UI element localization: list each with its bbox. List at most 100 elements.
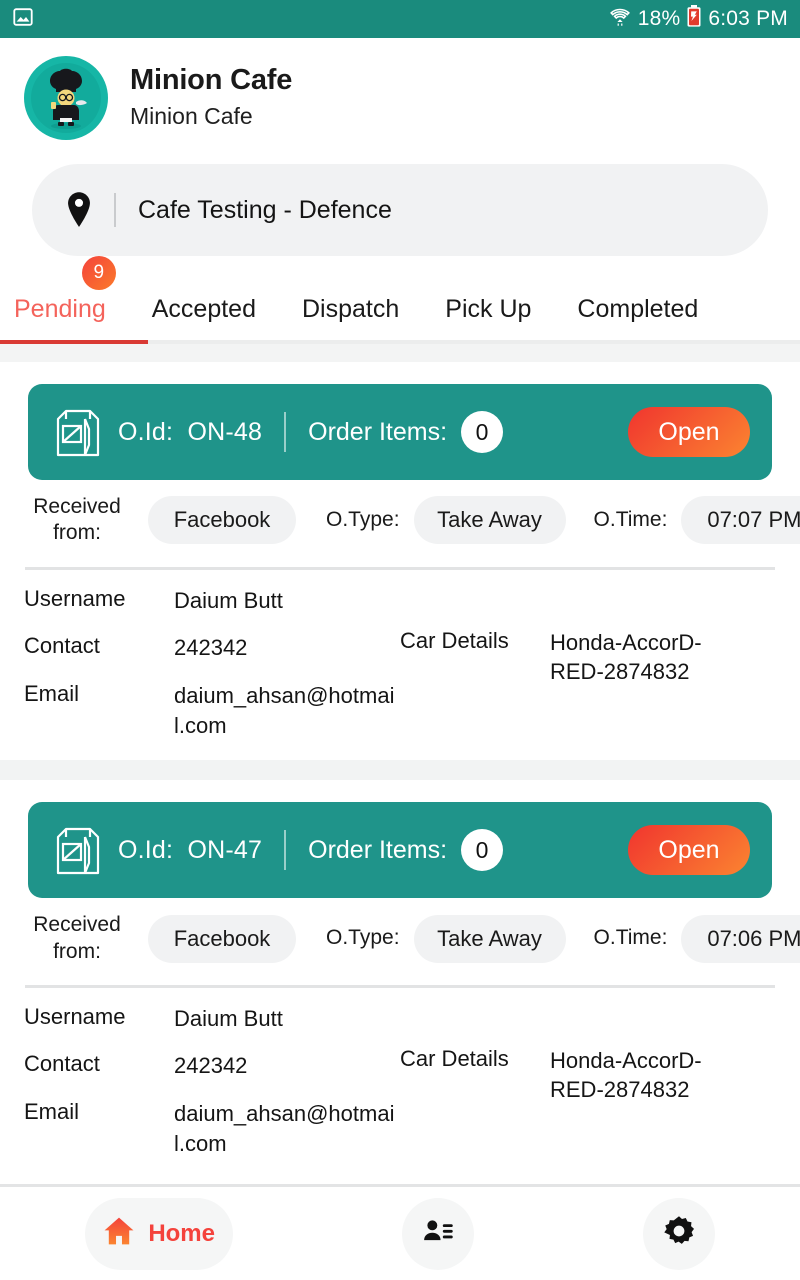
order-customer-details: Username Daium Butt Contact 242342 Email… — [0, 570, 800, 761]
received-from-label: Received from: — [33, 913, 121, 963]
order-type-label: O.Type: — [326, 926, 400, 950]
received-from-value: Facebook — [148, 496, 296, 545]
order-items-count: 0 — [461, 411, 504, 453]
nav-item-home-label: Home — [148, 1219, 215, 1247]
order-card[interactable]: O.Id: ON-47 Order Items: 0 Open Received… — [0, 780, 800, 1179]
tab-pickup[interactable]: Pick Up — [433, 278, 543, 340]
contact-label: Contact — [24, 1051, 100, 1077]
order-time-value: 07:07 PM — [681, 496, 800, 545]
email-value: daium_ahsan@hotmail.com — [174, 1101, 395, 1156]
takeaway-bag-icon — [50, 404, 106, 460]
nav-item-contacts[interactable] — [401, 1197, 474, 1270]
order-id: O.Id: ON-47 — [118, 836, 262, 865]
order-list[interactable]: O.Id: ON-48 Order Items: 0 Open Received… — [0, 362, 800, 1184]
detail-row-email: Email daium_ahsan@hotmail.com — [0, 681, 800, 740]
tab-completed[interactable]: Completed — [565, 278, 710, 340]
order-time-label: O.Time: — [593, 508, 668, 532]
nav-item-settings[interactable] — [643, 1197, 716, 1270]
detail-row-email: Email daium_ahsan@hotmail.com — [0, 1099, 800, 1158]
tab-completed-label: Completed — [577, 294, 699, 323]
order-time-value: 07:06 PM — [681, 914, 800, 963]
order-time-label: O.Time: — [593, 926, 668, 950]
car-details-label: Car Details — [400, 627, 509, 653]
app-header: Minion Cafe Minion Cafe — [0, 38, 800, 158]
order-id-label: O.Id: — [118, 417, 174, 446]
order-card-header: O.Id: ON-48 Order Items: 0 Open — [28, 384, 772, 480]
order-id-label: O.Id: — [118, 835, 174, 864]
order-card[interactable]: O.Id: ON-48 Order Items: 0 Open Received… — [0, 362, 800, 761]
username-label: Username — [24, 585, 126, 611]
order-id-value: ON-47 — [187, 835, 263, 864]
detail-row-car: Car Details Honda-AccorD-RED-2874832 — [400, 628, 740, 687]
received-from-label: Received from: — [33, 495, 121, 545]
order-card-header: O.Id: ON-47 Order Items: 0 Open — [28, 802, 772, 899]
open-button[interactable]: Open — [628, 825, 750, 876]
order-card-gap — [0, 760, 800, 781]
app-screen: 18% 6:03 PM Minion Cafe Minion Cafe Cafe… — [0, 0, 800, 1280]
tab-pending-label: Pending — [14, 294, 106, 323]
tab-underline-track — [0, 340, 800, 344]
tab-accepted[interactable]: Accepted — [140, 278, 268, 340]
username-value: Daium Butt — [174, 1005, 283, 1031]
detail-row-car: Car Details Honda-AccorD-RED-2874832 — [400, 1046, 740, 1105]
image-icon — [12, 6, 34, 33]
order-items-label: Order Items: — [308, 835, 448, 864]
detail-row-username: Username Daium Butt — [0, 1004, 800, 1034]
location-divider — [114, 193, 116, 227]
chef-avatar-logo — [24, 56, 108, 140]
nav-item-home[interactable]: Home — [84, 1197, 233, 1270]
location-selector[interactable]: Cafe Testing - Defence — [32, 164, 768, 256]
home-icon — [102, 1214, 136, 1253]
location-pin-icon — [62, 191, 96, 229]
order-type-label: O.Type: — [326, 508, 400, 532]
contact-label: Contact — [24, 633, 100, 659]
brand-block: Minion Cafe Minion Cafe — [130, 64, 292, 131]
contact-value: 242342 — [174, 635, 248, 661]
order-type-value: Take Away — [413, 496, 566, 545]
tab-bar: 9 Pending Accepted Dispatch Pick Up Comp… — [0, 256, 800, 362]
tab-pickup-label: Pick Up — [445, 294, 532, 323]
page-title: Minion Cafe — [130, 64, 293, 97]
contact-value: 242342 — [174, 1053, 248, 1079]
username-value: Daium Butt — [174, 587, 283, 613]
brand-subtitle: Minion Cafe — [130, 102, 253, 129]
takeaway-bag-icon — [50, 822, 106, 878]
order-type-value: Take Away — [413, 914, 566, 963]
email-label: Email — [24, 1099, 80, 1125]
order-items-label: Order Items: — [308, 417, 448, 446]
bottom-navigation: Home — [0, 1184, 800, 1280]
gear-icon — [662, 1214, 696, 1253]
tab-dispatch[interactable]: Dispatch — [290, 278, 411, 340]
order-header-divider — [284, 830, 287, 871]
order-header-divider — [284, 412, 287, 452]
status-bar-clock: 6:03 PM — [708, 7, 788, 30]
order-meta-row: Received from: Facebook O.Type: Take Awa… — [0, 480, 800, 559]
location-value: Cafe Testing - Defence — [138, 195, 392, 224]
tab-bar-shadow — [0, 344, 800, 362]
username-label: Username — [24, 1003, 126, 1029]
tab-active-indicator — [0, 340, 148, 344]
car-details-label: Car Details — [400, 1045, 509, 1071]
detail-row-username: Username Daium Butt — [0, 586, 800, 616]
status-bar: 18% 6:03 PM — [0, 0, 800, 38]
order-id-value: ON-48 — [187, 417, 263, 446]
contacts-icon — [421, 1214, 455, 1253]
car-details-value: Honda-AccorD-RED-2874832 — [550, 629, 702, 685]
tab-accepted-label: Accepted — [151, 294, 256, 323]
wifi-icon — [608, 4, 632, 34]
email-value: daium_ahsan@hotmail.com — [174, 682, 395, 738]
car-details-value: Honda-AccorD-RED-2874832 — [550, 1047, 702, 1103]
order-id: O.Id: ON-48 — [118, 418, 262, 447]
status-bar-right: 18% 6:03 PM — [608, 4, 788, 34]
order-items-count: 0 — [461, 829, 504, 872]
tab-pending-badge: 9 — [81, 256, 116, 290]
email-label: Email — [24, 680, 80, 706]
location-section: Cafe Testing - Defence — [0, 158, 800, 256]
open-button[interactable]: Open — [628, 407, 750, 457]
tab-pending[interactable]: 9 Pending — [8, 256, 118, 340]
order-meta-row: Received from: Facebook O.Type: Take Awa… — [0, 898, 800, 977]
status-bar-left — [12, 6, 34, 33]
order-customer-details: Username Daium Butt Contact 242342 Email… — [0, 988, 800, 1179]
received-from-value: Facebook — [148, 914, 296, 963]
tab-dispatch-label: Dispatch — [302, 294, 400, 323]
